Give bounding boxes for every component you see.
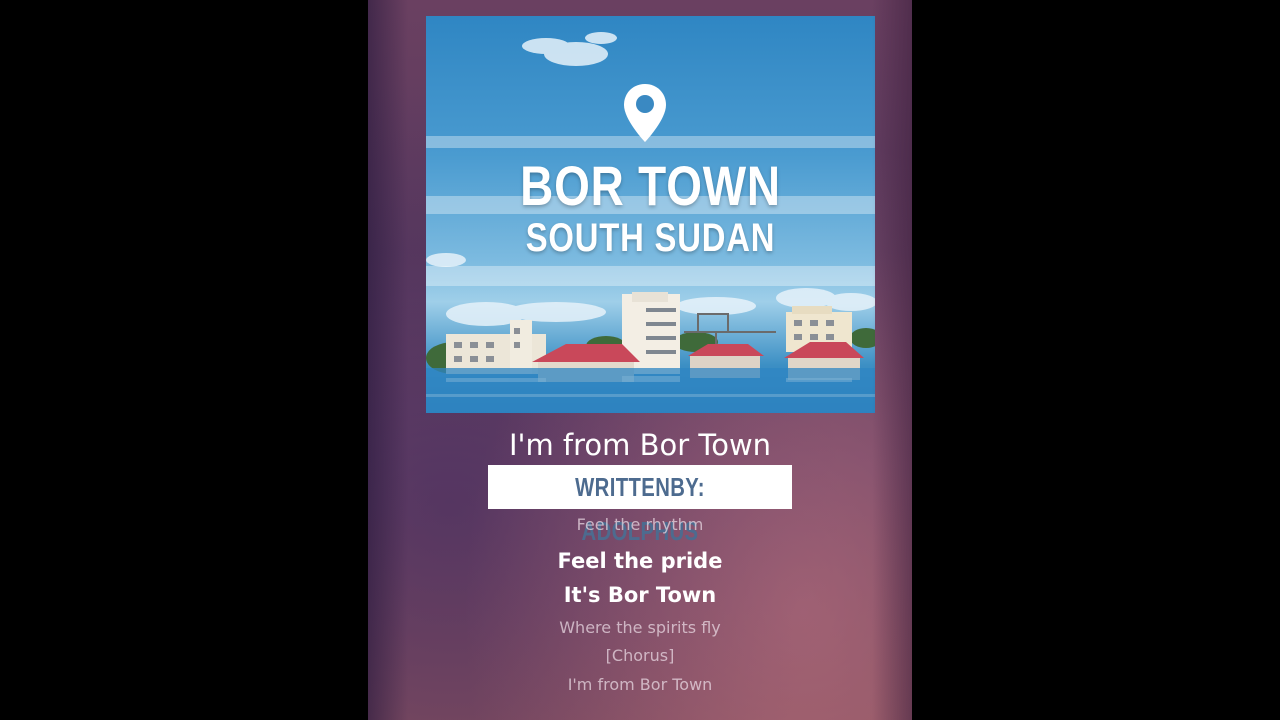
lyric-line: Feel the rhythm <box>576 515 704 534</box>
lyric-line: I'm from Bor Town <box>567 675 713 694</box>
lyric-line-active: Feel the pride <box>557 549 723 573</box>
album-art: BOR TOWN SOUTH SUDAN <box>426 16 875 413</box>
lyric-line: Where the spirits fly <box>559 618 721 637</box>
lyric-line: [Chorus] <box>605 646 675 665</box>
lyric-line-active: It's Bor Town <box>563 583 717 607</box>
writer-credit-box: WRITTENBY: ADOLPHUS <box>488 465 792 546</box>
location-pin-icon <box>624 84 666 142</box>
lyrics-panel: BOR TOWN SOUTH SUDAN I'm from Bor Town W… <box>368 0 912 720</box>
writer-credit: WRITTENBY: ADOLPHUS <box>575 472 705 546</box>
album-title-line1: BOR TOWN <box>520 154 781 217</box>
video-frame: BOR TOWN SOUTH SUDAN I'm from Bor Town W… <box>0 0 1280 720</box>
album-title-line2: SOUTH SUDAN <box>525 216 776 260</box>
song-title: I'm from Bor Town <box>508 428 772 462</box>
